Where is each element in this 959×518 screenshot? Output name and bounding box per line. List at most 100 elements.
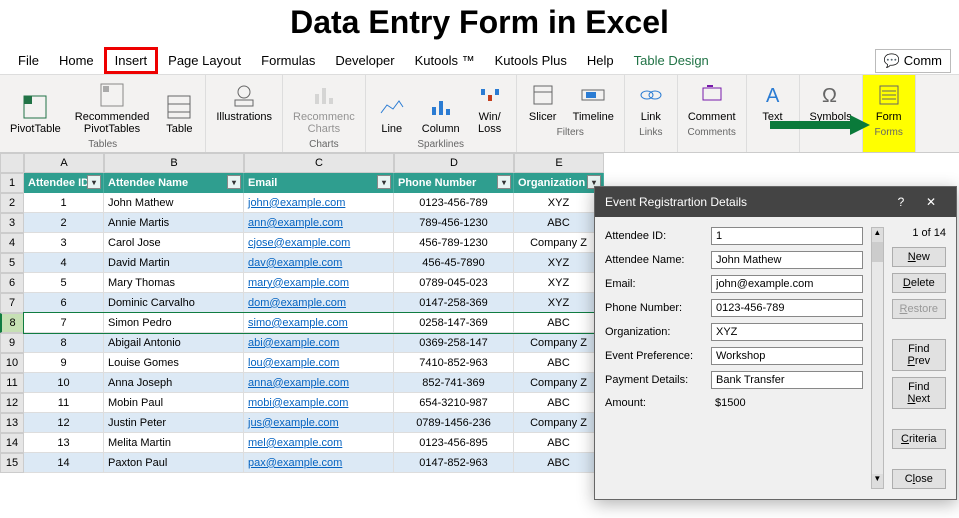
- cell[interactable]: lou@example.com: [244, 353, 394, 373]
- row-header[interactable]: 14: [0, 433, 24, 453]
- slicer-button[interactable]: Slicer: [523, 79, 563, 125]
- row-header[interactable]: 8: [0, 313, 24, 333]
- cell[interactable]: 7: [24, 313, 104, 333]
- cell[interactable]: 13: [24, 433, 104, 453]
- table-row[interactable]: 13Melita Martinmel@example.com0123-456-8…: [24, 433, 604, 453]
- scroll-down-icon[interactable]: ▼: [872, 474, 883, 488]
- cell[interactable]: Justin Peter: [104, 413, 244, 433]
- row-header[interactable]: 6: [0, 273, 24, 293]
- cell[interactable]: 7410-852-963: [394, 353, 514, 373]
- row-header[interactable]: 4: [0, 233, 24, 253]
- cell[interactable]: Company Z: [514, 233, 604, 253]
- close-button[interactable]: Close: [892, 469, 946, 489]
- table-row[interactable]: 2Annie Martisann@example.com789-456-1230…: [24, 213, 604, 233]
- col-header-B[interactable]: B: [104, 153, 244, 173]
- col-header-E[interactable]: E: [514, 153, 604, 173]
- cell[interactable]: Company Z: [514, 373, 604, 393]
- cell[interactable]: 6: [24, 293, 104, 313]
- cell[interactable]: ann@example.com: [244, 213, 394, 233]
- cell[interactable]: jus@example.com: [244, 413, 394, 433]
- cell[interactable]: 456-45-7890: [394, 253, 514, 273]
- cell[interactable]: dom@example.com: [244, 293, 394, 313]
- cell[interactable]: simo@example.com: [244, 313, 394, 333]
- cell[interactable]: Company Z: [514, 333, 604, 353]
- cell[interactable]: XYZ: [514, 293, 604, 313]
- table-row[interactable]: 14Paxton Paulpax@example.com0147-852-963…: [24, 453, 604, 473]
- menu-home[interactable]: Home: [49, 47, 104, 74]
- filter-button[interactable]: ▾: [227, 175, 241, 189]
- filter-button[interactable]: ▾: [87, 175, 101, 189]
- filter-button[interactable]: ▾: [497, 175, 511, 189]
- pivottable-button[interactable]: PivotTable: [6, 91, 65, 137]
- cell[interactable]: Company Z: [514, 413, 604, 433]
- find-next-button[interactable]: Find Next: [892, 377, 946, 409]
- comment-button[interactable]: Comment: [684, 79, 740, 125]
- sparkline-column-button[interactable]: Column: [418, 91, 464, 137]
- cell[interactable]: 0258-147-369: [394, 313, 514, 333]
- form-button[interactable]: Form: [869, 79, 909, 125]
- select-all-corner[interactable]: [0, 153, 24, 173]
- cell[interactable]: cjose@example.com: [244, 233, 394, 253]
- table-header-A[interactable]: Attendee ID▾: [24, 173, 104, 193]
- cell[interactable]: 0789-045-023: [394, 273, 514, 293]
- cell[interactable]: Annie Martis: [104, 213, 244, 233]
- table-row[interactable]: 5Mary Thomasmary@example.com0789-045-023…: [24, 273, 604, 293]
- cell[interactable]: Mary Thomas: [104, 273, 244, 293]
- cell[interactable]: ABC: [514, 453, 604, 473]
- cell[interactable]: XYZ: [514, 253, 604, 273]
- cell[interactable]: Abigail Antonio: [104, 333, 244, 353]
- close-icon[interactable]: ✕: [916, 193, 946, 211]
- table-button[interactable]: Table: [159, 91, 199, 137]
- criteria-button[interactable]: Criteria: [892, 429, 946, 449]
- table-row[interactable]: 4David Martindav@example.com456-45-7890X…: [24, 253, 604, 273]
- row-header[interactable]: 11: [0, 373, 24, 393]
- org-input[interactable]: [711, 323, 863, 341]
- sparkline-winloss-button[interactable]: Win/ Loss: [470, 79, 510, 137]
- sparkline-line-button[interactable]: Line: [372, 91, 412, 137]
- table-row[interactable]: 6Dominic Carvalhodom@example.com0147-258…: [24, 293, 604, 313]
- cell[interactable]: 0123-456-895: [394, 433, 514, 453]
- cell[interactable]: 2: [24, 213, 104, 233]
- cell[interactable]: 852-741-369: [394, 373, 514, 393]
- dialog-titlebar[interactable]: Event Registrartion Details ? ✕: [595, 187, 956, 217]
- menu-formulas[interactable]: Formulas: [251, 47, 325, 74]
- event-pref-input[interactable]: [711, 347, 863, 365]
- menu-page-layout[interactable]: Page Layout: [158, 47, 251, 74]
- row-header[interactable]: 13: [0, 413, 24, 433]
- cell[interactable]: 12: [24, 413, 104, 433]
- cell[interactable]: Simon Pedro: [104, 313, 244, 333]
- cell[interactable]: dav@example.com: [244, 253, 394, 273]
- cell[interactable]: 8: [24, 333, 104, 353]
- table-row[interactable]: 12Justin Peterjus@example.com0789-1456-2…: [24, 413, 604, 433]
- row-header[interactable]: 9: [0, 333, 24, 353]
- menu-help[interactable]: Help: [577, 47, 624, 74]
- row-header[interactable]: 1: [0, 173, 24, 193]
- cell[interactable]: pax@example.com: [244, 453, 394, 473]
- cell[interactable]: XYZ: [514, 273, 604, 293]
- cell[interactable]: mobi@example.com: [244, 393, 394, 413]
- cell[interactable]: 11: [24, 393, 104, 413]
- scroll-up-icon[interactable]: ▲: [872, 228, 883, 242]
- table-header-C[interactable]: Email▾: [244, 173, 394, 193]
- table-row[interactable]: 8Abigail Antonioabi@example.com0369-258-…: [24, 333, 604, 353]
- row-header[interactable]: 5: [0, 253, 24, 273]
- restore-button[interactable]: Restore: [892, 299, 946, 319]
- table-row[interactable]: 1John Mathewjohn@example.com0123-456-789…: [24, 193, 604, 213]
- cell[interactable]: mary@example.com: [244, 273, 394, 293]
- cell[interactable]: 14: [24, 453, 104, 473]
- cell[interactable]: 0147-852-963: [394, 453, 514, 473]
- cell[interactable]: Melita Martin: [104, 433, 244, 453]
- dialog-scrollbar[interactable]: ▲ ▼: [871, 227, 884, 489]
- menu-file[interactable]: File: [8, 47, 49, 74]
- cell[interactable]: Anna Joseph: [104, 373, 244, 393]
- table-header-E[interactable]: Organization▾: [514, 173, 604, 193]
- cell[interactable]: 456-789-1230: [394, 233, 514, 253]
- col-header-C[interactable]: C: [244, 153, 394, 173]
- table-row[interactable]: 3Carol Josecjose@example.com456-789-1230…: [24, 233, 604, 253]
- cell[interactable]: ABC: [514, 313, 604, 333]
- recommended-charts-button[interactable]: Recommenc Charts: [289, 79, 359, 137]
- menu-kutools-plus[interactable]: Kutools Plus: [485, 47, 577, 74]
- cell[interactable]: 3: [24, 233, 104, 253]
- table-header-D[interactable]: Phone Number▾: [394, 173, 514, 193]
- cell[interactable]: Paxton Paul: [104, 453, 244, 473]
